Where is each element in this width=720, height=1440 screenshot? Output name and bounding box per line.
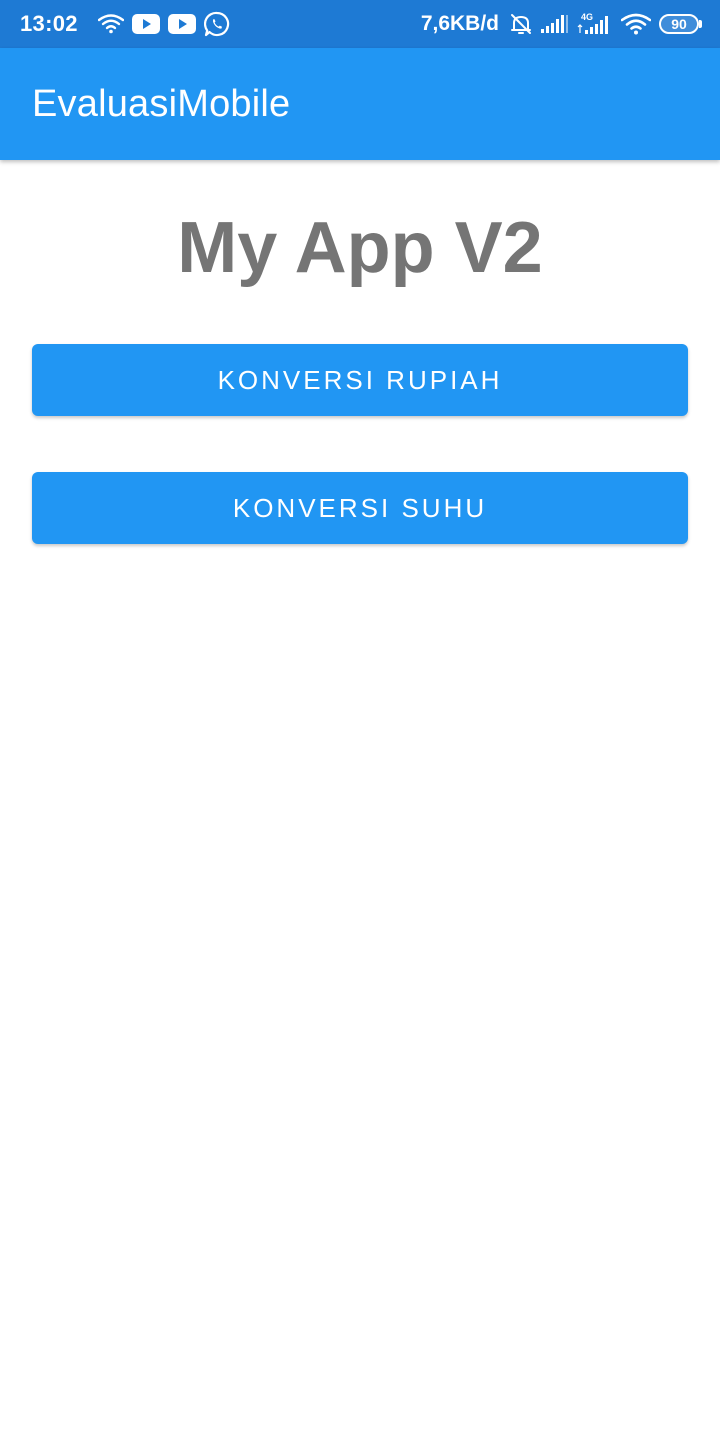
konversi-rupiah-button[interactable]: KONVERSI RUPIAH — [32, 344, 688, 416]
status-right: 7,6KB/d 4G 90 — [421, 0, 702, 48]
status-left: 13:02 — [20, 0, 230, 48]
app-bar: EvaluasiMobile — [0, 48, 720, 160]
network-speed: 7,6KB/d — [420, 12, 499, 35]
app-title: EvaluasiMobile — [32, 82, 291, 125]
wifi-icon — [621, 13, 651, 35]
battery-level: 90 — [671, 16, 687, 32]
signal-icon — [541, 13, 569, 35]
youtube-icon — [131, 14, 160, 34]
page-heading: My App V2 — [177, 208, 543, 288]
battery-body: 90 — [659, 14, 699, 34]
whatsapp-icon — [203, 11, 230, 37]
status-time: 13:02 — [20, 11, 78, 36]
alarm-off-icon — [509, 12, 533, 36]
battery-tip — [699, 20, 702, 28]
signal-4g-icon: 4G — [577, 11, 613, 37]
konversi-suhu-button[interactable]: KONVERSI SUHU — [32, 472, 688, 544]
battery-icon: 90 — [659, 14, 702, 34]
network-type: 4G — [581, 12, 593, 22]
youtube-icon — [167, 14, 196, 34]
status-bar: 13:02 7,6KB/d 4G 90 — [0, 0, 720, 48]
wifi-icon — [97, 14, 124, 34]
